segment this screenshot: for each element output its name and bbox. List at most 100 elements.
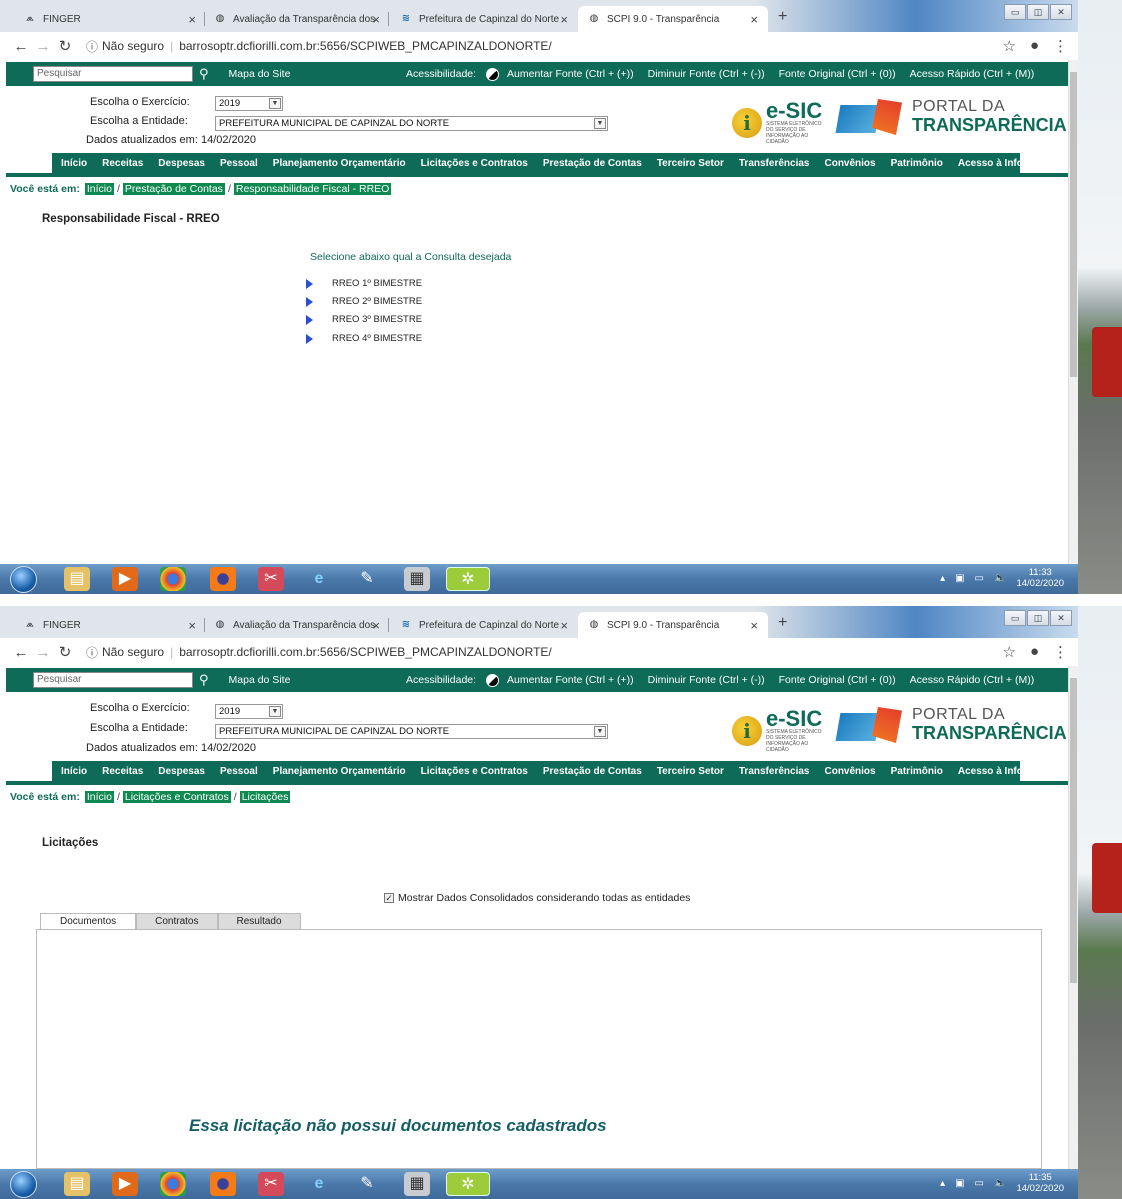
start-button[interactable]	[10, 1171, 37, 1198]
volume-icon[interactable]: 🔈	[994, 573, 1006, 584]
explorer-icon[interactable]: ▤	[64, 567, 90, 591]
menu-prestacao[interactable]: Prestação de Contas	[543, 766, 642, 777]
exercicio-select[interactable]: 2019 ▼	[215, 704, 283, 719]
url-field[interactable]: ⓘ Não seguro | barrosoptr.dcfiorilli.com…	[86, 38, 552, 55]
entidade-select[interactable]: PREFEITURA MUNICIPAL DE CAPINZAL DO NORT…	[215, 724, 608, 739]
browser-tab-finger[interactable]: ⩕ FINGER ×	[14, 6, 206, 32]
esic-logo[interactable]: i e-SIC SISTEMA ELETRÔNICO DO SERVIÇO DE…	[732, 708, 826, 753]
menu-despesas[interactable]: Despesas	[158, 158, 205, 169]
browser-tab-scpi[interactable]: ◍ SCPI 9.0 - Transparência ×	[578, 6, 768, 32]
site-map-link[interactable]: Mapa do Site	[229, 674, 291, 686]
network-icon[interactable]: ▣	[955, 573, 964, 584]
close-window-button[interactable]: ✕	[1050, 4, 1072, 20]
close-icon[interactable]: ×	[560, 618, 568, 633]
tray-arrow-icon[interactable]: ▴	[940, 573, 945, 584]
calculator-icon[interactable]: ▦	[404, 567, 430, 591]
exercicio-select[interactable]: 2019 ▼	[215, 96, 283, 111]
calculator-icon[interactable]: ▦	[404, 1172, 430, 1196]
tray-arrow-icon[interactable]: ▴	[940, 1178, 945, 1189]
bookmark-star-icon[interactable]: ☆	[1002, 37, 1015, 55]
menu-terceiro-setor[interactable]: Terceiro Setor	[657, 158, 724, 169]
minimize-button[interactable]: ▭	[1004, 4, 1026, 20]
internet-explorer-icon[interactable]: e	[306, 567, 332, 591]
firefox-icon[interactable]	[210, 1172, 236, 1196]
close-icon[interactable]: ×	[750, 618, 758, 633]
menu-patrimonio[interactable]: Patrimônio	[891, 158, 943, 169]
maximize-button[interactable]: ◫	[1027, 610, 1049, 626]
snipping-tool-icon[interactable]: ✂	[258, 1172, 284, 1196]
forward-icon[interactable]: →	[32, 644, 54, 661]
browser-tab-avaliacao[interactable]: ◍ Avaliação da Transparência dos ×	[204, 6, 390, 32]
menu-licitacoes[interactable]: Licitações e Contratos	[421, 766, 528, 777]
browser-tab-prefeitura[interactable]: ≋ Prefeitura de Capinzal do Norte ×	[390, 6, 578, 32]
back-icon[interactable]: ←	[10, 644, 32, 661]
search-input[interactable]: Pesquisar	[33, 672, 193, 688]
menu-patrimonio[interactable]: Patrimônio	[891, 766, 943, 777]
browser-tab-avaliacao[interactable]: ◍ Avaliação da Transparência dos ×	[204, 612, 390, 638]
explorer-icon[interactable]: ▤	[64, 1172, 90, 1196]
media-player-icon[interactable]: ▶	[112, 567, 138, 591]
breadcrumb-inicio[interactable]: Início	[84, 183, 114, 195]
rreo-link-3[interactable]: RREO 3º BIMESTRE	[306, 314, 422, 325]
close-icon[interactable]: ×	[372, 12, 380, 27]
app-icon[interactable]: ✲	[446, 567, 490, 591]
close-icon[interactable]: ×	[750, 12, 758, 27]
search-input[interactable]: Pesquisar	[33, 66, 193, 82]
increase-font-link[interactable]: Aumentar Fonte (Ctrl + (+))	[507, 674, 634, 686]
page-scrollbar[interactable]	[1068, 60, 1078, 564]
internet-explorer-icon[interactable]: e	[306, 1172, 332, 1196]
breadcrumb-licitacoes-contratos[interactable]: Licitações e Contratos	[122, 791, 231, 803]
start-button[interactable]	[10, 566, 37, 593]
snipping-tool-icon[interactable]: ✂	[258, 567, 284, 591]
contrast-icon[interactable]	[486, 67, 500, 81]
tab-resultado[interactable]: Resultado	[217, 913, 301, 929]
menu-licitacoes[interactable]: Licitações e Contratos	[421, 158, 528, 169]
breadcrumb-inicio[interactable]: Início	[84, 791, 114, 803]
menu-receitas[interactable]: Receitas	[102, 158, 143, 169]
app-icon[interactable]: ✲	[446, 1172, 490, 1196]
menu-acesso-informacao[interactable]: Acesso à Informação	[958, 766, 1059, 777]
site-map-link[interactable]: Mapa do Site	[229, 68, 291, 80]
menu-pessoal[interactable]: Pessoal	[220, 766, 258, 777]
new-tab-button[interactable]: +	[778, 8, 787, 26]
breadcrumb-rreo[interactable]: Responsabilidade Fiscal - RREO	[233, 183, 392, 195]
menu-inicio[interactable]: Início	[61, 158, 87, 169]
contrast-icon[interactable]	[486, 673, 500, 687]
rreo-link-1[interactable]: RREO 1º BIMESTRE	[306, 278, 422, 289]
menu-convenios[interactable]: Convênios	[824, 158, 875, 169]
close-window-button[interactable]: ✕	[1050, 610, 1072, 626]
search-icon[interactable]: ⚲	[199, 66, 209, 82]
esic-logo[interactable]: i e-SIC SISTEMA ELETRÔNICO DO SERVIÇO DE…	[732, 100, 826, 145]
browser-tab-scpi[interactable]: ◍ SCPI 9.0 - Transparência ×	[578, 612, 768, 638]
breadcrumb-licitacoes[interactable]: Licitações	[239, 791, 291, 803]
paint-icon[interactable]: ✎	[354, 1172, 380, 1196]
minimize-button[interactable]: ▭	[1004, 610, 1026, 626]
maximize-button[interactable]: ◫	[1027, 4, 1049, 20]
menu-planejamento[interactable]: Planejamento Orçamentário	[273, 158, 406, 169]
clock[interactable]: 11:35 14/02/2020	[1016, 1172, 1064, 1194]
new-tab-button[interactable]: +	[778, 614, 787, 632]
menu-prestacao[interactable]: Prestação de Contas	[543, 158, 642, 169]
menu-transferencias[interactable]: Transferências	[739, 766, 810, 777]
decrease-font-link[interactable]: Diminuir Fonte (Ctrl + (-))	[648, 674, 765, 686]
chrome-icon[interactable]	[160, 567, 186, 591]
reload-icon[interactable]: ↻	[54, 643, 76, 661]
display-icon[interactable]: ▭	[975, 573, 984, 584]
decrease-font-link[interactable]: Diminuir Fonte (Ctrl + (-))	[648, 68, 765, 80]
profile-icon[interactable]: ●	[1030, 37, 1039, 55]
close-icon[interactable]: ×	[188, 12, 196, 27]
volume-icon[interactable]: 🔈	[994, 1178, 1006, 1189]
increase-font-link[interactable]: Aumentar Fonte (Ctrl + (+))	[507, 68, 634, 80]
breadcrumb-prestacao[interactable]: Prestação de Contas	[122, 183, 225, 195]
forward-icon[interactable]: →	[32, 38, 54, 55]
menu-transferencias[interactable]: Transferências	[739, 158, 810, 169]
menu-receitas[interactable]: Receitas	[102, 766, 143, 777]
firefox-icon[interactable]	[210, 567, 236, 591]
tab-contratos[interactable]: Contratos	[136, 913, 218, 929]
consolidated-data-checkbox-row[interactable]: ✓ Mostrar Dados Consolidados considerand…	[384, 892, 690, 904]
close-icon[interactable]: ×	[372, 618, 380, 633]
menu-inicio[interactable]: Início	[61, 766, 87, 777]
consolidated-checkbox[interactable]: ✓	[384, 893, 394, 903]
close-icon[interactable]: ×	[560, 12, 568, 27]
quick-access-link[interactable]: Acesso Rápido (Ctrl + (M))	[910, 68, 1035, 80]
